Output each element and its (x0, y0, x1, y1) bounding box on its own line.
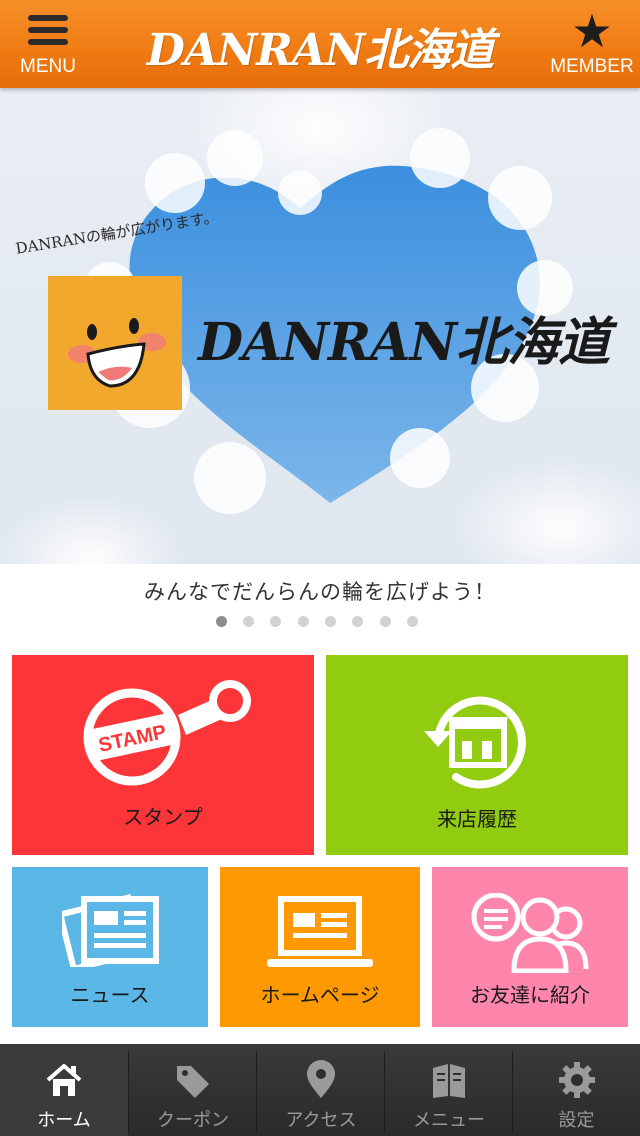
homepage-tile[interactable]: ホームページ (220, 867, 420, 1027)
tab-settings[interactable]: 設定 (513, 1044, 640, 1136)
tab-coupon[interactable]: クーポン (129, 1044, 257, 1136)
carousel-dot[interactable] (380, 616, 391, 627)
tab-home-label: ホーム (37, 1110, 91, 1131)
menu-label: MENU (20, 56, 76, 77)
newspaper-icon (62, 893, 159, 967)
home-icon (46, 1064, 82, 1096)
carousel-dot[interactable] (298, 616, 309, 627)
carousel-dot[interactable] (407, 616, 418, 627)
map-pin-icon (307, 1060, 335, 1098)
carousel-dot[interactable] (243, 616, 254, 627)
carousel-dot[interactable] (216, 616, 227, 627)
app-header: MENU DANRAN北海道 ★ MEMBER (0, 0, 640, 88)
carousel-dot[interactable] (325, 616, 336, 627)
mascot-logo (48, 276, 182, 410)
hero-caption: みんなでだんらんの輪を広げよう！ (144, 580, 496, 604)
tab-access-label: アクセス (285, 1110, 357, 1131)
member-label: MEMBER (550, 56, 634, 77)
gear-icon (559, 1062, 595, 1098)
invite-friends-tile[interactable]: お友達に紹介 (432, 867, 628, 1027)
stamp-tile[interactable]: STAMP スタンプ (12, 655, 314, 855)
tab-settings-label: 設定 (558, 1110, 595, 1131)
tab-coupon-label: クーポン (157, 1110, 229, 1131)
invite-friends-tile-label: お友達に紹介 (470, 983, 590, 1007)
hero-banner[interactable]: DANRANの輪が広がります。 DANRAN北海道 (0, 88, 640, 564)
news-tile-label: ニュース (70, 983, 150, 1007)
book-icon (433, 1064, 465, 1098)
tag-icon (177, 1066, 209, 1098)
laptop-icon (267, 896, 373, 967)
carousel-dot[interactable] (352, 616, 363, 627)
homepage-tile-label: ホームページ (260, 983, 380, 1007)
visit-history-tile[interactable]: 来店履歴 (326, 655, 628, 855)
menu-button[interactable]: MENU (0, 0, 96, 88)
visit-history-tile-label: 来店履歴 (437, 807, 517, 831)
stamp-tile-label: スタンプ (123, 805, 203, 829)
carousel-dot[interactable] (270, 616, 281, 627)
friends-chat-icon (471, 893, 589, 973)
bottom-tab-bar: ホーム クーポン アクセス メニュー 設定 (0, 1044, 640, 1136)
hamburger-icon (28, 15, 68, 51)
news-tile[interactable]: ニュース (12, 867, 208, 1027)
tab-access[interactable]: アクセス (257, 1044, 385, 1136)
member-button[interactable]: ★ MEMBER (544, 0, 640, 88)
star-icon: ★ (571, 4, 613, 58)
tab-menu[interactable]: メニュー (385, 1044, 513, 1136)
header-brand-logo: DANRAN北海道 (146, 25, 494, 76)
stamp-icon: STAMP (83, 680, 251, 786)
hero-brand-logo: DANRAN北海道 (198, 312, 610, 373)
tab-home[interactable]: ホーム (0, 1044, 128, 1136)
store-history-icon (424, 696, 526, 789)
tab-menu-label: メニュー (413, 1110, 485, 1131)
